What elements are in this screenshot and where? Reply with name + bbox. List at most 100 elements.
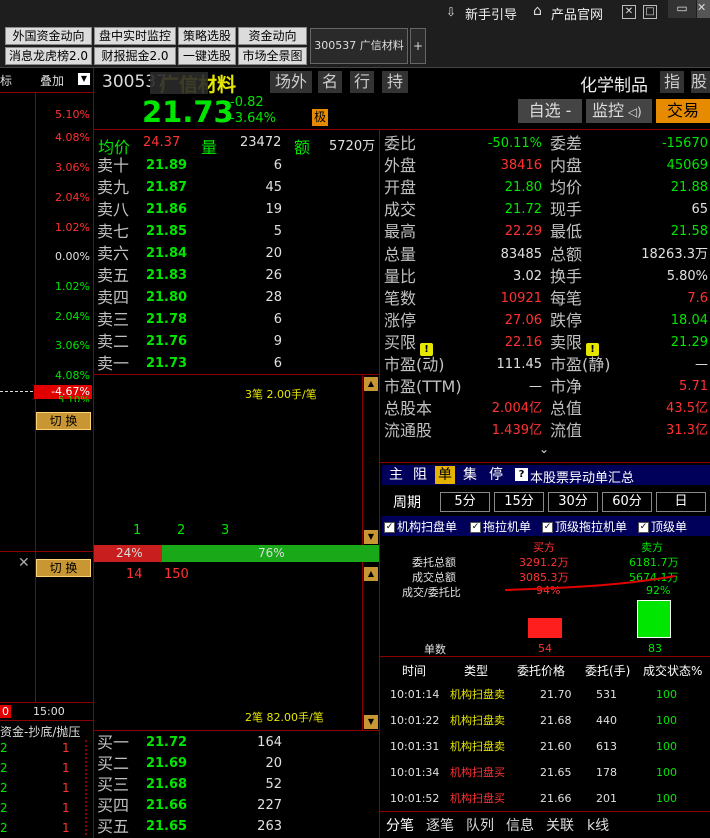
ask-row[interactable]: 卖九 21.87 45 xyxy=(94,177,379,199)
bid-row[interactable]: 买一 21.72 164 xyxy=(94,732,379,754)
ask-scroll-up-icon[interactable]: ▲ xyxy=(364,377,378,391)
bid-row[interactable]: 买四 21.66 227 xyxy=(94,795,379,817)
buy-side-label: 买方 xyxy=(533,541,555,554)
filter-checkbox[interactable]: ✓ 顶级拖拉机单 xyxy=(542,518,627,534)
right-tab[interactable]: 阻 xyxy=(410,466,430,484)
extreme-tag: 极 xyxy=(312,109,328,126)
filter-checkbox[interactable]: ✓ 拖拉机单 xyxy=(470,518,531,534)
holdings-button[interactable]: 持 xyxy=(382,71,408,93)
guide-link[interactable]: 新手引导 xyxy=(465,4,517,23)
trade-row[interactable]: 10:01:22 机构扫盘卖 21.68 440 100 xyxy=(380,708,710,734)
ask-row[interactable]: 卖三 21.78 6 xyxy=(94,309,379,331)
stat-value: 5.80% xyxy=(666,268,708,284)
tab-fund-flow[interactable]: 资金动向 xyxy=(238,27,307,45)
switch-button-2[interactable]: 切 换 xyxy=(36,559,91,577)
checkbox-label: 拖拉机单 xyxy=(483,520,532,534)
bid-level-label: 买一 xyxy=(97,733,130,752)
tab-news-rank[interactable]: 消息龙虎榜2.0 xyxy=(5,47,92,65)
trade-row[interactable]: 10:01:52 机构扫盘买 21.66 201 100 xyxy=(380,786,710,812)
index-button[interactable]: 指 xyxy=(660,71,684,93)
stat-value: — xyxy=(529,379,542,395)
ask-row[interactable]: 卖四 21.80 28 xyxy=(94,287,379,309)
industry-label[interactable]: 化学制品 xyxy=(580,71,648,96)
name-blur xyxy=(150,72,208,94)
bottom-tab[interactable]: 关联 xyxy=(546,815,574,835)
rank-button[interactable]: 名 xyxy=(318,71,342,93)
trade-row[interactable]: 10:01:31 机构扫盘卖 21.60 613 100 xyxy=(380,734,710,760)
ask-row[interactable]: 卖六 21.84 20 xyxy=(94,243,379,265)
ask-level-label: 卖五 xyxy=(97,266,130,285)
expand-icon[interactable]: ⌄ xyxy=(539,442,549,456)
left-row-1b: 1 xyxy=(62,741,70,755)
period-button[interactable]: 30分 xyxy=(548,492,598,512)
tab-realtime-monitor[interactable]: 盘中实时监控 xyxy=(94,27,176,45)
left-pct-9: 3.06% xyxy=(55,339,90,352)
official-link[interactable]: 产品官网 xyxy=(551,4,603,23)
bottom-tab[interactable]: 逐笔 xyxy=(426,815,454,835)
home-icon[interactable]: ⌂ xyxy=(533,3,542,19)
bottom-tab[interactable]: 队列 xyxy=(466,815,494,835)
right-tab[interactable]: 集 xyxy=(460,466,480,484)
ask-row[interactable]: 卖五 21.83 26 xyxy=(94,265,379,287)
right-tab[interactable]: 停 xyxy=(486,466,506,484)
ask-row[interactable]: 卖七 21.85 5 xyxy=(94,221,379,243)
tab-panorama[interactable]: 市场全景图 xyxy=(238,47,307,65)
period-button[interactable]: 日 xyxy=(656,492,706,512)
left-pct-10: 4.08% xyxy=(55,369,90,382)
trade-col-header: 时间 xyxy=(402,664,427,678)
otc-button[interactable]: 场外 xyxy=(270,71,312,93)
add-tab-button[interactable]: + xyxy=(410,28,426,64)
bid-row[interactable]: 买二 21.69 20 xyxy=(94,753,379,775)
trade-row[interactable]: 10:01:34 机构扫盘买 21.65 178 100 xyxy=(380,760,710,786)
ask-row[interactable]: 卖十 21.89 6 xyxy=(94,155,379,177)
count-label: 单数 xyxy=(424,643,446,656)
stock-button[interactable]: 股 xyxy=(691,71,710,93)
tab-financial[interactable]: 财报掘金2.0 xyxy=(94,47,176,65)
stat-label: 均价 xyxy=(550,178,583,198)
monitor-button[interactable]: 监控 ◁) xyxy=(586,99,652,123)
right-tab[interactable]: 单 xyxy=(435,466,455,484)
ask-scroll-down-icon[interactable]: ▼ xyxy=(364,530,378,544)
window-close-icon[interactable]: ✕ xyxy=(697,0,710,18)
tab-one-click[interactable]: 一键选股 xyxy=(178,47,236,65)
help-icon[interactable]: ⇩ xyxy=(446,5,460,19)
bottom-tab[interactable]: 信息 xyxy=(506,815,534,835)
filter-checkbox[interactable]: ✓ 顶级单 xyxy=(638,518,687,534)
tab-foreign-funds[interactable]: 外国资金动向 xyxy=(5,27,92,45)
ask-price: 21.85 xyxy=(145,224,188,239)
bid-row[interactable]: 买五 21.65 263 xyxy=(94,816,379,838)
right-tab[interactable]: 主 xyxy=(386,466,406,484)
ratio-right-pct: 76% xyxy=(258,546,285,560)
switch-button-1[interactable]: 切 换 xyxy=(36,412,91,430)
ask-row[interactable]: 卖二 21.76 9 xyxy=(94,331,379,353)
trade-row[interactable]: 10:01:14 机构扫盘卖 21.70 531 100 xyxy=(380,682,710,708)
ask-row[interactable]: 卖八 21.86 19 xyxy=(94,199,379,221)
stock-tab[interactable]: 300537 广信材料 xyxy=(310,28,408,64)
filter-checkbox[interactable]: ✓ 机构扫盘单 xyxy=(384,518,457,534)
restore-icon[interactable]: □ xyxy=(643,5,657,19)
left-overlay-button[interactable]: 叠加 xyxy=(40,72,64,89)
ask-row[interactable]: 卖一 21.73 6 xyxy=(94,353,379,375)
close-icon[interactable]: ✕ xyxy=(622,5,636,19)
bottom-tab[interactable]: 分笔 xyxy=(386,815,414,835)
industry-button[interactable]: 行 xyxy=(350,71,374,93)
left-header-arrow-icon[interactable]: ▼ xyxy=(78,73,90,85)
left-pct-hidden: 5.10% xyxy=(58,396,90,402)
trade-button[interactable]: 交易 xyxy=(656,99,710,123)
bid-price: 21.72 xyxy=(145,735,188,750)
period-button[interactable]: 5分 xyxy=(440,492,490,512)
bid-scroll-up-icon[interactable]: ▲ xyxy=(364,567,378,581)
minimize-icon[interactable]: ▭ xyxy=(668,0,696,18)
ask-price: 21.86 xyxy=(145,202,188,217)
bid-scroll-down-icon[interactable]: ▼ xyxy=(364,715,378,729)
bottom-tab[interactable]: k线 xyxy=(587,815,609,835)
trade-col-header: 成交状态% xyxy=(643,664,703,678)
bid-row[interactable]: 买三 21.68 52 xyxy=(94,774,379,796)
period-button[interactable]: 60分 xyxy=(602,492,652,512)
checkbox-checked-icon: ✓ xyxy=(638,522,649,533)
stat-label: 流值 xyxy=(550,421,583,441)
period-button[interactable]: 15分 xyxy=(494,492,544,512)
watchlist-button[interactable]: 自选 - xyxy=(518,99,582,123)
tab-strategy[interactable]: 策略选股 xyxy=(178,27,236,45)
trade-col-header: 类型 xyxy=(464,664,489,678)
